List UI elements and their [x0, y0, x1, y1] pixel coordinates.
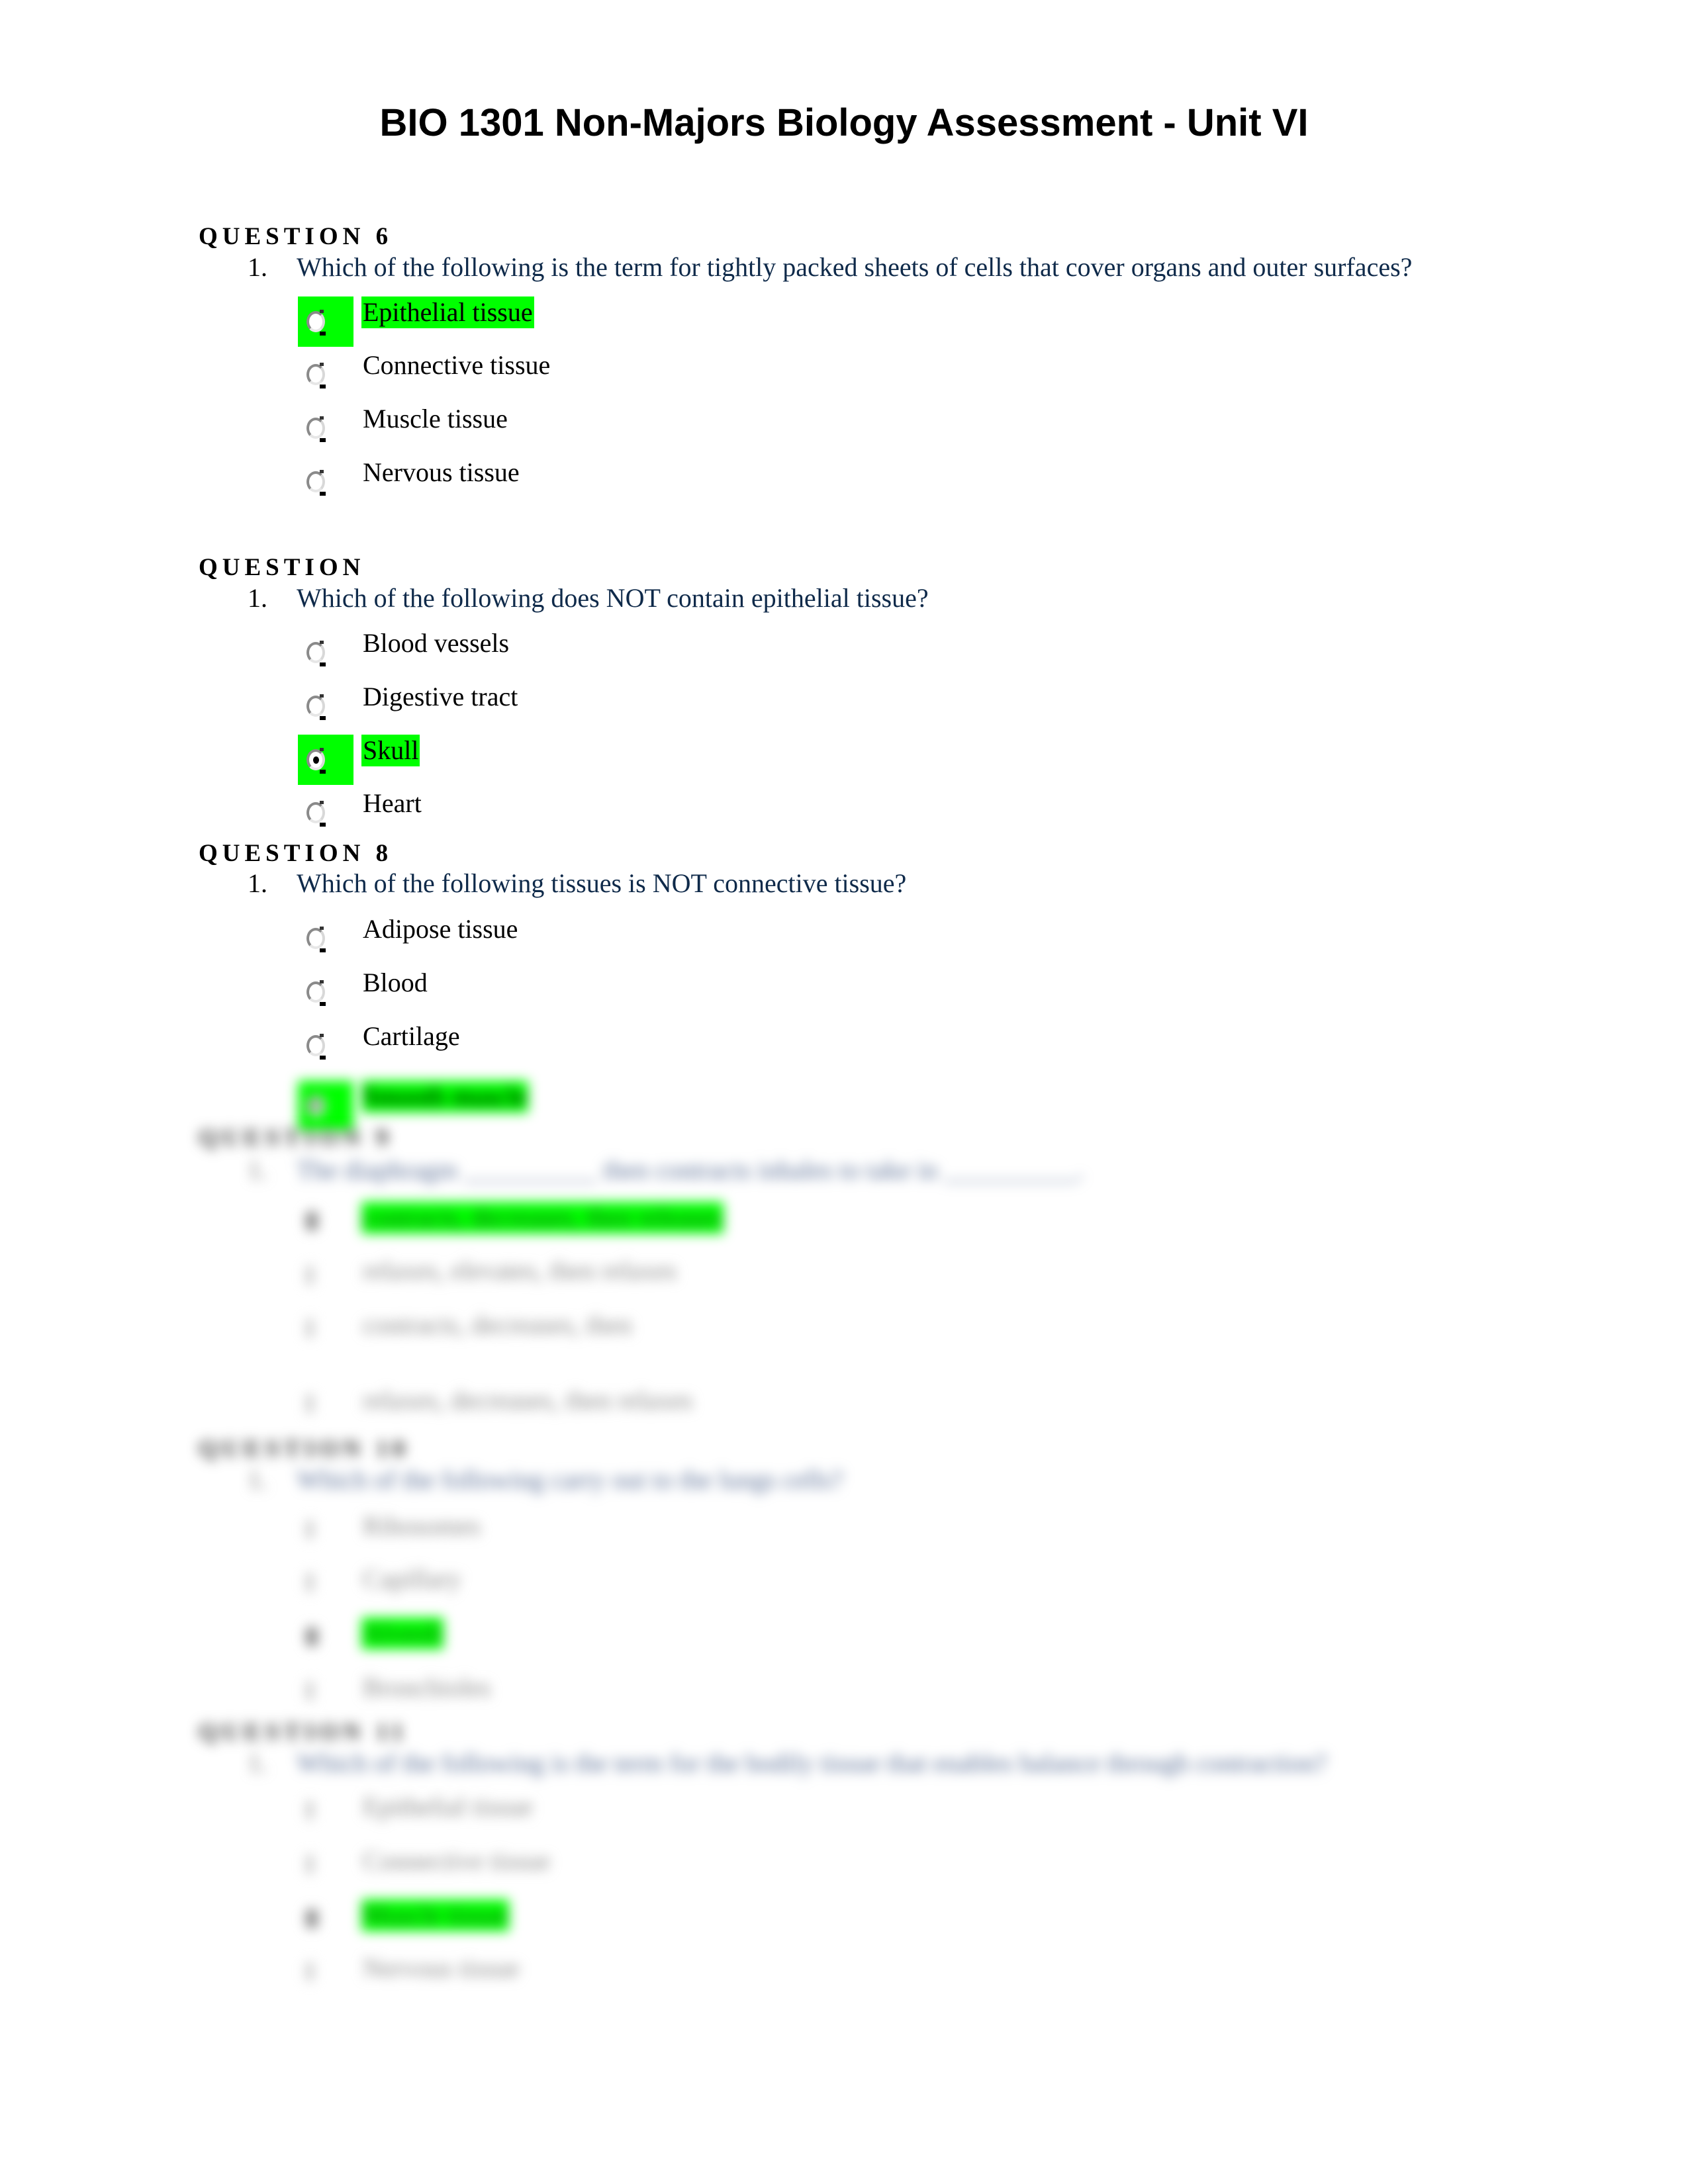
- radio-unselected-icon: [306, 1520, 314, 1539]
- question-number: 1.: [248, 252, 267, 282]
- radio-unselected-icon: [306, 696, 325, 717]
- radio-selected-icon: [306, 749, 325, 770]
- radio-unselected-icon: [306, 928, 325, 949]
- question-number: 1.: [248, 1155, 267, 1185]
- answer-radio[interactable]: [298, 296, 353, 347]
- answer-radio[interactable]: [298, 1021, 353, 1071]
- question-text: Which of the following tissues is NOT co…: [297, 868, 907, 898]
- radio-unselected-icon: [306, 311, 325, 332]
- answer-radio[interactable]: [298, 627, 353, 678]
- question-text: Which of the following is the term for t…: [297, 252, 1413, 282]
- radio-unselected-icon: [306, 1962, 314, 1981]
- radio-selected-icon: [306, 1627, 318, 1647]
- question-number: 1.: [248, 583, 267, 613]
- question-text: Which of the following carry out to the …: [297, 1465, 843, 1494]
- question-text: The diaphragm __________ then contracts …: [297, 1155, 1084, 1185]
- question-number: 1.: [248, 1748, 267, 1778]
- answer-radio[interactable]: [298, 457, 353, 507]
- radio-unselected-icon: [306, 802, 325, 823]
- radio-selected-icon: [306, 1095, 325, 1116]
- question-heading: QUESTION 10: [199, 1435, 410, 1463]
- document-page: BIO 1301 Non-Majors Biology Assessment -…: [0, 0, 1688, 2184]
- answer-option: Capillary: [363, 1564, 461, 1594]
- answer-option[interactable]: Blood vessels: [361, 627, 510, 659]
- radio-unselected-icon: [306, 1800, 314, 1820]
- radio-unselected-icon: [306, 1854, 314, 1874]
- question-number: 1.: [248, 1465, 267, 1494]
- answer-option: Ribosomes: [363, 1511, 481, 1541]
- answer-option: Connective tissue: [363, 1846, 551, 1876]
- radio-selected-icon: [306, 1909, 318, 1929]
- question-heading: QUESTION: [199, 554, 365, 581]
- answer-option[interactable]: Nervous tissue: [361, 457, 521, 488]
- radio-unselected-icon: [306, 1681, 314, 1701]
- radio-unselected-icon: [306, 1394, 314, 1414]
- radio-unselected-icon: [306, 642, 325, 663]
- question-heading: QUESTION 11: [199, 1719, 408, 1746]
- radio-unselected-icon: [306, 981, 325, 1003]
- answer-option: Epithelial tissue: [363, 1792, 533, 1821]
- radio-unselected-icon: [306, 1318, 314, 1338]
- answer-option: relaxes, decreases, then relaxes: [363, 1385, 693, 1415]
- answer-option[interactable]: Connective tissue: [361, 349, 551, 381]
- answer-radio[interactable]: [298, 788, 353, 838]
- answer-radio-selected[interactable]: [298, 735, 353, 785]
- question-heading: QUESTION 6: [199, 223, 393, 250]
- radio-unselected-icon: [306, 1572, 314, 1592]
- answer-option: contracts, decreases, then: [363, 1310, 632, 1340]
- answer-option[interactable]: Smooth muscle: [361, 1081, 528, 1113]
- radio-unselected-icon: [306, 418, 325, 439]
- radio-unselected-icon: [306, 1035, 325, 1056]
- answer-option[interactable]: Blood: [361, 967, 429, 999]
- answer-option[interactable]: Heart: [361, 788, 423, 819]
- answer-option: Muscle tissue: [361, 1899, 509, 1931]
- question-heading: QUESTION 9: [199, 1124, 393, 1152]
- answer-radio[interactable]: [298, 913, 353, 964]
- answer-option: Bronchioles: [363, 1672, 491, 1702]
- radio-unselected-icon: [306, 1265, 314, 1285]
- answer-option[interactable]: Skull: [361, 735, 420, 766]
- answer-option: relaxes, elevates, then relaxes: [363, 1255, 677, 1285]
- answer-radio[interactable]: [298, 403, 353, 453]
- answer-option: Alveoli: [361, 1617, 444, 1649]
- answer-radio[interactable]: [298, 967, 353, 1017]
- answer-option[interactable]: Epithelial tissue: [361, 296, 534, 328]
- answer-option: Nervous tissue: [363, 1953, 520, 1983]
- answer-option[interactable]: Muscle tissue: [361, 403, 509, 435]
- radio-selected-icon: [306, 1211, 318, 1231]
- answer-radio[interactable]: [298, 349, 353, 400]
- radio-unselected-icon: [306, 364, 325, 385]
- answer-option[interactable]: Cartilage: [361, 1021, 461, 1052]
- question-number: 1.: [248, 868, 267, 898]
- answer-option[interactable]: Digestive tract: [361, 681, 519, 713]
- question-heading: QUESTION 8: [199, 840, 393, 867]
- answer-radio[interactable]: [298, 681, 353, 731]
- radio-unselected-icon: [306, 471, 325, 492]
- answer-option[interactable]: Adipose tissue: [361, 913, 519, 945]
- question-text: Which of the following does NOT contain …: [297, 583, 929, 613]
- document-title: BIO 1301 Non-Majors Biology Assessment -…: [379, 101, 1309, 144]
- answer-option: contracts, decreases, then releases: [361, 1202, 724, 1234]
- question-text: Which of the following is the term for t…: [297, 1748, 1327, 1778]
